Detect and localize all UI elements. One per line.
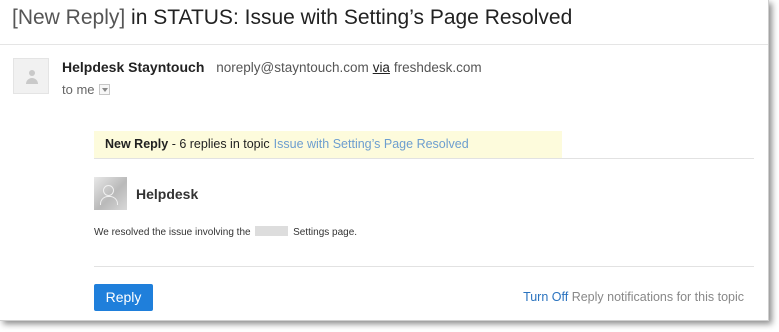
post-message: We resolved the issue involving the Sett… [94, 226, 357, 238]
avatar-body-icon [100, 196, 118, 205]
via-link[interactable]: via [373, 60, 390, 75]
sender-email: noreply@stayntouch.com [216, 60, 369, 75]
email-subject: [New Reply] in STATUS: Issue with Settin… [12, 6, 572, 30]
notification-banner: New Reply - 6 replies in topic Issue with… [94, 131, 562, 158]
sender-line: Helpdesk Stayntouch noreply@stayntouch.c… [62, 59, 482, 75]
email-window: [New Reply] in STATUS: Issue with Settin… [0, 0, 769, 321]
message-text-end: Settings page. [293, 227, 358, 238]
topic-link[interactable]: Issue with Setting’s Page Resolved [274, 137, 469, 151]
post-author: Helpdesk [136, 186, 199, 202]
avatar-head-icon [29, 70, 35, 76]
notification-settings: Turn Off Reply notifications for this to… [523, 290, 744, 304]
subject-prefix: [New Reply] [12, 6, 126, 29]
banner-title: New Reply [105, 137, 169, 151]
turn-off-link[interactable]: Turn Off [523, 290, 568, 304]
recipient-line: to me [62, 82, 110, 97]
reply-button[interactable]: Reply [94, 284, 153, 311]
message-text-start: We resolved the issue involving the [94, 227, 251, 238]
subject-text: in STATUS: Issue with Setting’s Page Res… [125, 6, 573, 29]
avatar-head-icon [103, 185, 114, 196]
sender-avatar[interactable] [13, 58, 49, 94]
divider [94, 266, 754, 267]
turn-off-description: Reply notifications for this topic [568, 290, 744, 304]
helpdesk-avatar [94, 177, 127, 210]
redacted-block [255, 226, 289, 236]
via-domain: freshdesk.com [393, 60, 482, 75]
chevron-down-icon[interactable] [98, 84, 110, 95]
recipient-text: to me [62, 82, 95, 97]
avatar-body-icon [26, 78, 38, 84]
divider [94, 158, 754, 159]
banner-replies: - 6 replies in topic [168, 137, 270, 151]
divider [0, 44, 768, 45]
sender-name[interactable]: Helpdesk Stayntouch [62, 59, 204, 75]
